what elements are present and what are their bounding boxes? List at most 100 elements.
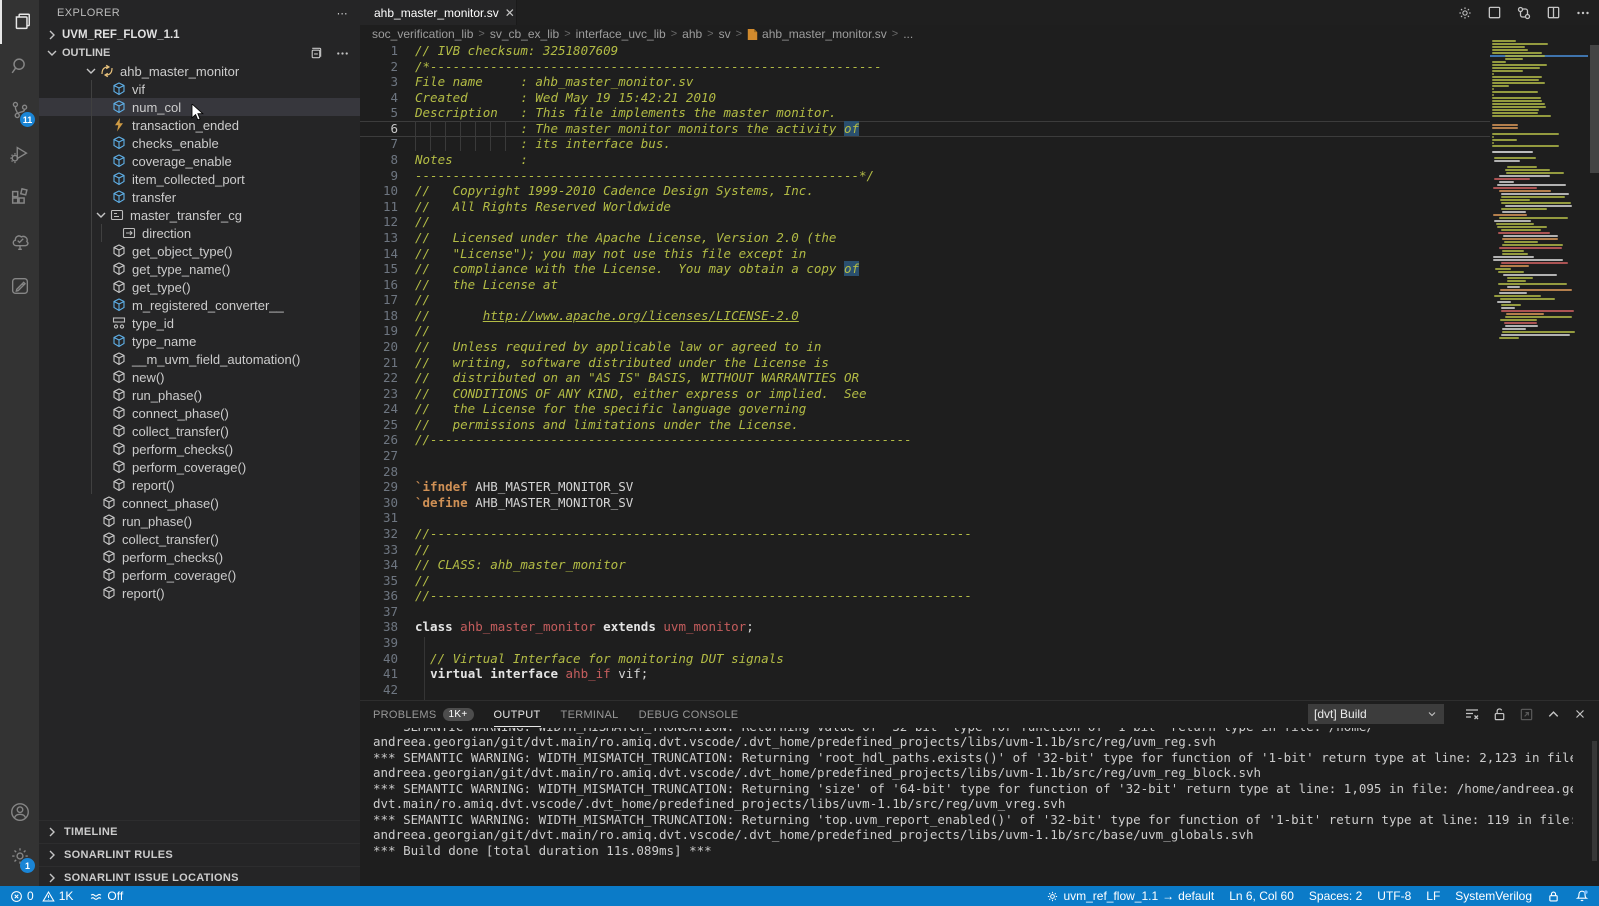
encoding[interactable]: UTF-8 bbox=[1377, 889, 1411, 903]
outline-section-header[interactable]: OUTLINE bbox=[39, 44, 360, 62]
code-line[interactable]: 25// permissions and limitations under t… bbox=[360, 417, 1490, 433]
source-control-icon[interactable]: 11 bbox=[0, 88, 39, 132]
problems-status[interactable]: 0 1K bbox=[10, 889, 73, 903]
code-line[interactable]: 38class ahb_master_monitor extends uvm_m… bbox=[360, 619, 1490, 635]
tab-debug-console[interactable]: DEBUG CONSOLE bbox=[639, 701, 739, 728]
code-line[interactable]: 28 bbox=[360, 464, 1490, 480]
code-line[interactable]: 7 : its interface bus. bbox=[360, 136, 1490, 152]
outline-item-perform_coverage[interactable]: perform_coverage() bbox=[39, 566, 360, 584]
code-line[interactable]: 24// the License for the specific langua… bbox=[360, 401, 1490, 417]
outline-item-perform_checks[interactable]: perform_checks() bbox=[39, 548, 360, 566]
code-line[interactable]: 1// IVB checksum: 3251807609 bbox=[360, 43, 1490, 59]
close-panel-icon[interactable] bbox=[1573, 707, 1587, 721]
explorer-more-icon[interactable]: ⋯ bbox=[337, 7, 348, 20]
code-line[interactable]: 40 // Virtual Interface for monitoring D… bbox=[360, 651, 1490, 667]
outline-item-ahb_master_monitor[interactable]: ahb_master_monitor bbox=[39, 62, 360, 80]
outline-item-checks_enable[interactable]: checks_enable bbox=[39, 134, 360, 152]
code-line[interactable]: 36//------------------------------------… bbox=[360, 588, 1490, 604]
panel-scrollbar[interactable] bbox=[1592, 741, 1597, 861]
code-line[interactable]: 42 bbox=[360, 682, 1490, 698]
verification-tree-icon[interactable] bbox=[0, 220, 39, 264]
code-line[interactable]: 13// Licensed under the Apache License, … bbox=[360, 230, 1490, 246]
outline-item-get_type[interactable]: get_type() bbox=[39, 278, 360, 296]
outline-item-transfer[interactable]: transfer bbox=[39, 188, 360, 206]
outline-item-run_phase[interactable]: run_phase() bbox=[39, 386, 360, 404]
run-box-icon[interactable] bbox=[1487, 5, 1502, 20]
code-line[interactable]: 22// distributed on an "AS IS" BASIS, WI… bbox=[360, 370, 1490, 386]
outline-item-perform_checks[interactable]: perform_checks() bbox=[39, 440, 360, 458]
code-line[interactable]: 20// Unless required by applicable law o… bbox=[360, 339, 1490, 355]
split-editor-icon[interactable] bbox=[1546, 5, 1561, 20]
dvt-pencil-icon[interactable] bbox=[0, 264, 39, 308]
sonarlint-rules-section[interactable]: SONARLINT RULES bbox=[39, 843, 360, 866]
timeline-section[interactable]: TIMELINE bbox=[39, 820, 360, 843]
lock-icon[interactable] bbox=[1547, 890, 1560, 903]
code-line[interactable]: 30`define AHB_MASTER_MONITOR_SV bbox=[360, 495, 1490, 511]
outline-item-get_type_name[interactable]: get_type_name() bbox=[39, 260, 360, 278]
clear-output-icon[interactable] bbox=[1464, 706, 1480, 722]
outline-item-master_transfer_cg[interactable]: master_transfer_cg bbox=[39, 206, 360, 224]
sonarlint-issue-locations-section[interactable]: SONARLINT ISSUE LOCATIONS bbox=[39, 866, 360, 886]
outline-item-coverage_enable[interactable]: coverage_enable bbox=[39, 152, 360, 170]
outline-item-item_collected_port[interactable]: item_collected_port bbox=[39, 170, 360, 188]
code-line[interactable]: 39 bbox=[360, 635, 1490, 651]
more-actions-icon[interactable] bbox=[1575, 5, 1591, 21]
unlock-icon[interactable] bbox=[1492, 707, 1507, 722]
minimap[interactable] bbox=[1490, 40, 1588, 360]
output-console[interactable]: *** SEMANTIC WARNING: WIDTH_MISMATCH_TRU… bbox=[373, 728, 1573, 886]
code-line[interactable]: 17// bbox=[360, 292, 1490, 308]
settings-gear-icon[interactable] bbox=[1457, 5, 1473, 21]
outline-item-type_name[interactable]: type_name bbox=[39, 332, 360, 350]
compare-changes-icon[interactable] bbox=[1516, 5, 1532, 21]
manage-gear-icon[interactable]: 1 bbox=[0, 834, 39, 878]
code-line[interactable]: 32//------------------------------------… bbox=[360, 526, 1490, 542]
tab-terminal[interactable]: TERMINAL bbox=[561, 701, 619, 728]
outline-item-direction[interactable]: direction bbox=[39, 224, 360, 242]
tab-problems[interactable]: PROBLEMS 1K+ bbox=[373, 701, 474, 728]
outline-item-new[interactable]: new() bbox=[39, 368, 360, 386]
open-in-editor-icon[interactable] bbox=[1519, 707, 1534, 722]
breadcrumb-item[interactable]: interface_uvc_lib bbox=[576, 27, 666, 41]
code-line[interactable]: 23// CONDITIONS OF ANY KIND, either expr… bbox=[360, 386, 1490, 402]
code-line[interactable]: 15// compliance with the License. You ma… bbox=[360, 261, 1490, 277]
code-line[interactable]: 3File name : ahb_master_monitor.sv bbox=[360, 74, 1490, 90]
indentation[interactable]: Spaces: 2 bbox=[1309, 889, 1362, 903]
search-icon[interactable] bbox=[0, 44, 39, 88]
breadcrumb-item[interactable]: ahb bbox=[682, 27, 702, 41]
outline-item-m_registered_converter__[interactable]: m_registered_converter__ bbox=[39, 296, 360, 314]
code-line[interactable]: 12// bbox=[360, 214, 1490, 230]
notifications-bell-icon[interactable] bbox=[1575, 889, 1589, 903]
code-line[interactable]: 35// bbox=[360, 573, 1490, 589]
code-line[interactable]: 6 : The master monitor monitors the acti… bbox=[360, 121, 1490, 137]
maximize-panel-icon[interactable] bbox=[1546, 707, 1561, 722]
cursor-position[interactable]: Ln 6, Col 60 bbox=[1229, 889, 1294, 903]
output-channel-select[interactable]: [dvt] Build bbox=[1308, 704, 1444, 724]
eol-sequence[interactable]: LF bbox=[1426, 889, 1440, 903]
code-line[interactable]: 16// the License at bbox=[360, 277, 1490, 293]
code-line[interactable]: 19// bbox=[360, 323, 1490, 339]
workspace-section[interactable]: UVM_REF_FLOW_1.1 bbox=[39, 26, 360, 44]
code-line[interactable]: 26//------------------------------------… bbox=[360, 432, 1490, 448]
code-line[interactable]: 31 bbox=[360, 510, 1490, 526]
outline-item-perform_coverage[interactable]: perform_coverage() bbox=[39, 458, 360, 476]
outline-item-run_phase[interactable]: run_phase() bbox=[39, 512, 360, 530]
outline-item-type_id[interactable]: type_id bbox=[39, 314, 360, 332]
code-line[interactable]: 4Created : Wed May 19 15:42:21 2010 bbox=[360, 90, 1490, 106]
outline-item-collect_transfer[interactable]: collect_transfer() bbox=[39, 422, 360, 440]
outline-item-connect_phase[interactable]: connect_phase() bbox=[39, 404, 360, 422]
code-line[interactable]: 10// Copyright 1999-2010 Cadence Design … bbox=[360, 183, 1490, 199]
code-line[interactable]: 21// writing, software distributed under… bbox=[360, 355, 1490, 371]
code-line[interactable]: 41 virtual interface ahb_if vif; bbox=[360, 666, 1490, 682]
outline-item-__m_uvm_field_automation[interactable]: __m_uvm_field_automation() bbox=[39, 350, 360, 368]
code-line[interactable]: 2/*-------------------------------------… bbox=[360, 59, 1490, 75]
outline-more-icon[interactable] bbox=[335, 46, 350, 61]
code-editor[interactable]: 1// IVB checksum: 32518076092/*---------… bbox=[360, 43, 1490, 700]
language-mode[interactable]: SystemVerilog bbox=[1455, 889, 1532, 903]
editor-scrollbar[interactable] bbox=[1590, 45, 1599, 173]
run-debug-icon[interactable] bbox=[0, 132, 39, 176]
code-line[interactable]: 9---------------------------------------… bbox=[360, 168, 1490, 184]
code-line[interactable]: 11// All Rights Reserved Worldwide bbox=[360, 199, 1490, 215]
code-line[interactable]: 33// bbox=[360, 542, 1490, 558]
explorer-icon[interactable] bbox=[0, 0, 41, 44]
code-line[interactable]: 8Notes : bbox=[360, 152, 1490, 168]
